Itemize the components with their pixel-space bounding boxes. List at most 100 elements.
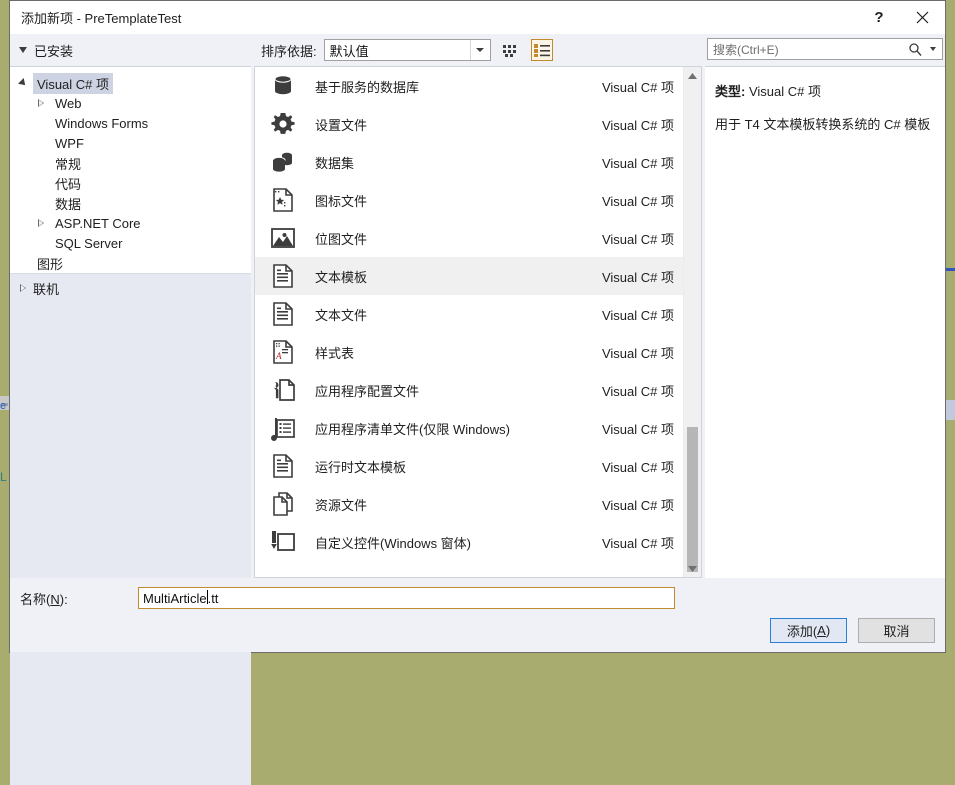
name-label-key: N <box>50 592 59 607</box>
search-box[interactable]: 搜索(Ctrl+E) <box>707 38 943 60</box>
add-button-prefix: 添加( <box>787 621 817 640</box>
template-kind: Visual C# 项 <box>602 229 674 248</box>
template-name: 文本文件 <box>315 305 602 324</box>
svg-text:A: A <box>275 351 282 361</box>
tree-item[interactable]: WPF <box>10 133 251 153</box>
template-kind: Visual C# 项 <box>602 191 674 210</box>
tree-item-label: Windows Forms <box>51 115 152 132</box>
category-tree: Visual C# 项 Web Windows FormsWPF常规代码数据 ASP.… <box>10 67 251 273</box>
editor-glyph-l: L <box>0 470 7 484</box>
chevron-right-icon[interactable] <box>38 99 44 107</box>
tree-item[interactable]: 图形 <box>10 253 251 273</box>
template-kind: Visual C# 项 <box>602 495 674 514</box>
help-button[interactable]: ? <box>859 1 899 34</box>
tree-item-label: ASP.NET Core <box>51 215 145 232</box>
name-input-text-before-caret: MultiArticle <box>139 591 207 606</box>
list-view-button[interactable] <box>531 39 553 61</box>
detail-description: 用于 T4 文本模板转换系统的 C# 模板 <box>715 114 933 133</box>
tree-item[interactable]: 数据 <box>10 193 251 213</box>
add-button-key: A <box>817 623 826 638</box>
template-kind: Visual C# 项 <box>602 343 674 362</box>
close-button[interactable] <box>899 1 945 34</box>
installed-header[interactable]: 已安装 <box>10 34 251 66</box>
template-list-item[interactable]: 图标文件Visual C# 项 <box>255 181 684 219</box>
chevron-down-icon <box>19 47 27 53</box>
app-config-icon <box>269 376 297 404</box>
template-kind: Visual C# 项 <box>602 267 674 286</box>
scrollbar-thumb[interactable] <box>687 427 698 572</box>
template-kind: Visual C# 项 <box>602 457 674 476</box>
online-label: 联机 <box>33 279 59 298</box>
chevron-expanded-icon[interactable] <box>18 78 28 88</box>
chevron-right-icon[interactable] <box>38 219 44 227</box>
template-list-item[interactable]: 文本模板Visual C# 项 <box>255 257 684 295</box>
resource-file-icon <box>269 490 297 518</box>
close-icon <box>916 11 929 24</box>
template-list-item[interactable]: 基于服务的数据库Visual C# 项 <box>255 67 684 105</box>
categories-pane: Visual C# 项 Web Windows FormsWPF常规代码数据 ASP.… <box>10 66 251 578</box>
list-view-icon <box>534 44 550 57</box>
custom-control-icon <box>267 526 299 558</box>
tree-item[interactable]: 代码 <box>10 173 251 193</box>
template-list-item[interactable]: 运行时文本模板Visual C# 项 <box>255 447 684 485</box>
stylesheet-icon: A <box>267 336 299 368</box>
cancel-button[interactable]: 取消 <box>858 618 935 643</box>
template-list-item[interactable]: 位图文件Visual C# 项 <box>255 219 684 257</box>
bitmap-file-icon <box>269 224 297 252</box>
tree-item[interactable]: Web <box>10 93 251 113</box>
name-input[interactable]: MultiArticle.tt <box>138 587 675 609</box>
sidebar-item-online[interactable]: 联机 <box>10 274 251 302</box>
stylesheet-icon: A <box>269 338 297 366</box>
tree-item-label: 常规 <box>51 153 85 174</box>
search-dropdown-icon[interactable] <box>928 47 942 51</box>
text-file-icon <box>267 298 299 330</box>
scroll-down-button[interactable] <box>684 560 701 577</box>
tree-item[interactable]: Visual C# 项 <box>10 73 251 93</box>
grid-view-button[interactable] <box>500 39 522 61</box>
template-list-scrollbar[interactable] <box>683 67 701 577</box>
template-list-item[interactable]: 应用程序配置文件Visual C# 项 <box>255 371 684 409</box>
template-name: 自定义控件(Windows 窗体) <box>315 533 602 552</box>
detail-type-label: 类型: <box>715 84 745 99</box>
template-list-item[interactable]: 应用程序清单文件(仅限 Windows)Visual C# 项 <box>255 409 684 447</box>
name-input-text-after-caret: .tt <box>208 591 219 606</box>
tree-item-label: Web <box>51 95 86 112</box>
tree-item[interactable]: 常规 <box>10 153 251 173</box>
template-list-item[interactable]: 资源文件Visual C# 项 <box>255 485 684 523</box>
tree-item[interactable]: ASP.NET Core <box>10 213 251 233</box>
template-kind: Visual C# 项 <box>602 77 674 96</box>
template-list-item[interactable]: 自定义控件(Windows 窗体)Visual C# 项 <box>255 523 684 561</box>
add-button[interactable]: 添加(A) <box>770 618 847 643</box>
grid-view-icon <box>503 44 518 57</box>
dialog-titlebar: 添加新项 - PreTemplateTest ? <box>10 1 945 34</box>
tree-item[interactable]: SQL Server <box>10 233 251 253</box>
dataset-icon <box>267 146 299 178</box>
search-input[interactable]: 搜索(Ctrl+E) <box>708 41 902 58</box>
sort-by-dropdown[interactable]: 默认值 <box>324 39 491 61</box>
template-list-item[interactable]: 文本文件Visual C# 项 <box>255 295 684 333</box>
runtime-text-template-icon <box>269 452 297 480</box>
add-button-suffix: ) <box>826 623 830 638</box>
bitmap-file-icon <box>267 222 299 254</box>
scroll-up-icon <box>688 73 697 79</box>
dialog-footer: 名称(N): MultiArticle.tt 添加(A) 取消 <box>10 578 945 652</box>
templates-pane: 基于服务的数据库Visual C# 项设置文件Visual C# 项数据集Vis… <box>254 66 702 578</box>
scroll-up-button[interactable] <box>684 67 701 84</box>
dialog-body: Visual C# 项 Web Windows FormsWPF常规代码数据 ASP.… <box>10 66 945 578</box>
add-new-item-dialog: 添加新项 - PreTemplateTest ? 已安装 排序依据: 默认值 <box>9 0 946 653</box>
sortby-label: 排序依据: <box>261 41 317 60</box>
details-pane: 类型: Visual C# 项 用于 T4 文本模板转换系统的 C# 模板 <box>705 66 945 578</box>
tree-item[interactable]: Windows Forms <box>10 113 251 133</box>
detail-type-value: Visual C# 项 <box>749 84 821 99</box>
template-list-item[interactable]: 数据集Visual C# 项 <box>255 143 684 181</box>
template-list-item[interactable]: 设置文件Visual C# 项 <box>255 105 684 143</box>
scroll-down-icon <box>688 566 697 572</box>
template-kind: Visual C# 项 <box>602 533 674 552</box>
chevron-down-icon[interactable] <box>470 40 489 60</box>
template-name: 应用程序配置文件 <box>315 381 602 400</box>
text-template-icon <box>267 260 299 292</box>
icon-file-icon <box>267 184 299 216</box>
template-list: 基于服务的数据库Visual C# 项设置文件Visual C# 项数据集Vis… <box>255 67 684 577</box>
app-manifest-icon <box>269 414 297 442</box>
template-list-item[interactable]: A样式表Visual C# 项 <box>255 333 684 371</box>
